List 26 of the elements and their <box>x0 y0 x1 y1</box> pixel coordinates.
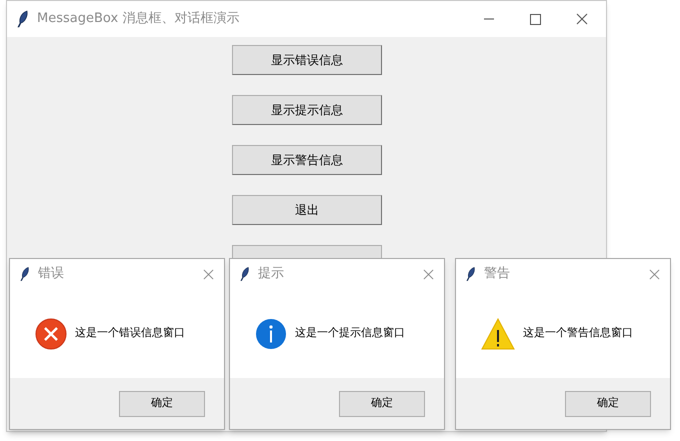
window-title: MessageBox 消息框、对话框演示 <box>37 10 240 28</box>
feather-icon <box>17 10 29 28</box>
dialog-title: 提示 <box>258 265 284 284</box>
action-button[interactable]: 显示警告信息 <box>232 145 382 175</box>
warning-icon <box>481 318 515 350</box>
close-icon[interactable] <box>423 268 434 280</box>
action-button[interactable]: 退出 <box>232 195 382 225</box>
error-icon <box>35 318 67 350</box>
dialog-title: 警告 <box>484 265 510 284</box>
info-icon <box>255 318 287 350</box>
maximize-icon[interactable] <box>530 14 541 24</box>
close-icon[interactable] <box>649 268 660 280</box>
feather-icon <box>466 266 476 282</box>
dialog-message: 这是一个提示信息窗口 <box>295 325 405 342</box>
close-icon[interactable] <box>576 13 588 25</box>
ok-button[interactable]: 确定 <box>339 390 425 416</box>
dialog-message: 这是一个错误信息窗口 <box>75 325 185 342</box>
dialog-message: 这是一个警告信息窗口 <box>523 325 633 342</box>
action-button[interactable]: 显示错误信息 <box>232 45 382 75</box>
close-icon[interactable] <box>203 268 214 280</box>
ok-button[interactable]: 确定 <box>119 390 205 416</box>
action-button[interactable]: 显示提示信息 <box>232 95 382 125</box>
dialog-title: 错误 <box>38 265 64 284</box>
feather-icon <box>20 266 30 282</box>
ok-button[interactable]: 确定 <box>565 390 651 416</box>
feather-icon <box>240 266 250 282</box>
